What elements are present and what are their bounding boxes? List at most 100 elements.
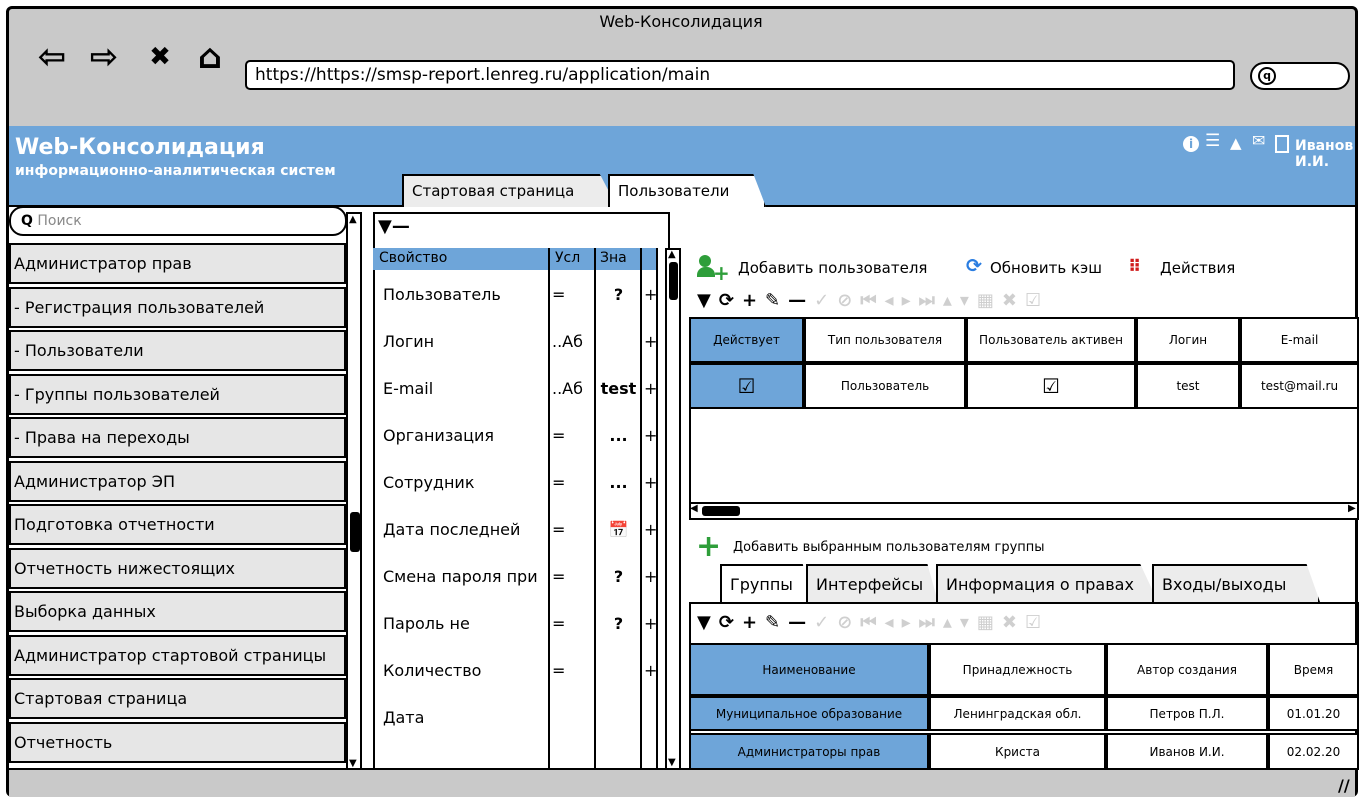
refresh-icon[interactable]: ⟳ (719, 290, 742, 311)
column-header[interactable]: Действует (689, 317, 804, 363)
table-cell[interactable]: test@mail.ru (1240, 363, 1359, 409)
refresh-icon[interactable]: ⟳ (966, 255, 982, 277)
filter-add-button[interactable]: + (644, 520, 656, 539)
filter-condition[interactable]: = (552, 426, 594, 445)
tab-logins[interactable]: Входы/выходы (1152, 564, 1320, 602)
tab-interfaces[interactable]: Интерфейсы (806, 564, 938, 602)
users-hscroll-thumb[interactable] (702, 506, 740, 516)
table-cell[interactable]: 02.02.20 (1268, 733, 1359, 770)
url-input[interactable]: https://https://smsp-report.lenreg.ru/ap… (245, 60, 1235, 90)
add-user-icon[interactable]: + (697, 255, 730, 283)
scroll-up-icon[interactable]: ▲ (349, 214, 357, 225)
filter-add-button[interactable]: + (644, 379, 656, 398)
column-header[interactable]: Время (1268, 643, 1359, 696)
table-cell[interactable]: Иванов И.И. (1106, 733, 1268, 770)
table-cell[interactable]: ☑ (689, 363, 804, 409)
filter-value[interactable]: ... (597, 426, 640, 445)
tab-start-page[interactable]: Стартовая страница (402, 174, 617, 207)
filter-value[interactable]: ... (597, 473, 640, 492)
filter-value[interactable]: ? (597, 614, 640, 633)
filter-add-button[interactable]: + (644, 473, 656, 492)
sidebar-item[interactable]: Отчетность (9, 721, 346, 763)
sidebar-item[interactable]: Администратор прав (9, 243, 346, 284)
add-user-button[interactable]: Добавить пользователя (738, 259, 927, 277)
table-cell[interactable]: Ленинградская обл. (929, 696, 1106, 731)
remove-filter-icon[interactable]: — (392, 216, 410, 237)
sidebar-item[interactable]: - Регистрация пользователей (9, 286, 346, 328)
filter-add-button[interactable]: + (644, 661, 656, 680)
scroll-up-icon[interactable]: ▲ (668, 249, 676, 260)
filter-add-button[interactable]: + (644, 332, 656, 351)
sidebar-scroll-thumb[interactable] (350, 512, 360, 552)
filter-condition[interactable]: = (552, 614, 594, 633)
scroll-left-icon[interactable]: ◀ (690, 503, 698, 514)
table-cell[interactable]: Администраторы прав (689, 733, 929, 770)
sidebar-item[interactable]: - Пользователи (9, 330, 346, 371)
column-header[interactable]: Наименование (689, 643, 929, 696)
filter-condition[interactable]: = (552, 661, 594, 680)
close-icon[interactable]: ✖ (140, 40, 180, 74)
delete-icon[interactable]: — (788, 290, 814, 311)
sidebar-item[interactable]: Отчетность нижестоящих (9, 547, 346, 589)
filter-add-button[interactable]: + (644, 426, 656, 445)
column-header[interactable]: Пользователь активен (966, 317, 1136, 363)
filter-condition[interactable]: = (552, 473, 594, 492)
scroll-right-icon[interactable]: ▶ (1348, 503, 1356, 514)
table-cell[interactable]: 01.01.20 (1268, 696, 1359, 731)
mail-icon[interactable]: ✉ (1252, 131, 1272, 150)
back-icon[interactable]: ⇦ (30, 37, 74, 77)
column-header[interactable]: Логин (1136, 317, 1240, 363)
tab-users[interactable]: Пользователи (608, 174, 766, 207)
sidebar-item[interactable]: Выборка данных (9, 591, 346, 632)
filter-condition[interactable]: ..Аб (552, 379, 594, 398)
table-cell[interactable]: ☑ (966, 363, 1136, 409)
bell-icon[interactable]: ▲ (1230, 134, 1248, 152)
filter-value[interactable]: ? (597, 567, 640, 586)
filter-icon[interactable]: ▼ (697, 290, 719, 311)
sidebar-search-input[interactable]: Q Поиск (9, 206, 347, 236)
table-cell[interactable]: Петров П.Л. (1106, 696, 1268, 731)
filter-icon[interactable]: ▼ (378, 216, 392, 237)
table-cell[interactable]: test (1136, 363, 1240, 409)
sidebar-item[interactable]: - Группы пользователей (9, 373, 346, 415)
filter-value[interactable]: ? (597, 285, 640, 304)
resize-grip-icon[interactable]: // (1338, 776, 1350, 795)
sidebar-item[interactable]: - Права на переходы (9, 417, 346, 458)
edit-icon[interactable]: ✎ (765, 290, 788, 311)
sidebar-item[interactable]: Администратор стартовой страницы (9, 634, 346, 676)
filter-condition[interactable]: = (552, 285, 594, 304)
forward-icon[interactable]: ⇨ (82, 37, 126, 77)
column-header[interactable]: Принадлежность (929, 643, 1106, 696)
table-cell[interactable]: Муниципальное образование (689, 696, 929, 731)
home-icon[interactable]: ⌂ (188, 37, 232, 77)
table-cell[interactable]: Пользователь (804, 363, 966, 409)
add-group-icon[interactable]: + (696, 532, 721, 562)
user-name[interactable]: Иванов И.И. (1295, 138, 1362, 170)
filter-condition[interactable]: = (552, 567, 594, 586)
tab-rights-info[interactable]: Информация о правах (936, 564, 1158, 602)
scroll-down-icon[interactable]: ▼ (668, 757, 676, 768)
sidebar-item[interactable]: Стартовая страница (9, 678, 346, 719)
profile-icon[interactable] (1275, 135, 1289, 153)
add-groups-button[interactable]: Добавить выбранным пользователям группы (733, 540, 1045, 555)
sidebar-item[interactable]: Подготовка отчетности (9, 504, 346, 545)
actions-menu-button[interactable]: Действия (1160, 259, 1235, 277)
sidebar-item[interactable]: Администратор ЭП (9, 460, 346, 502)
filter-add-button[interactable]: + (644, 614, 656, 633)
filter-condition[interactable]: = (552, 520, 594, 539)
users-hscrollbar[interactable] (689, 502, 1359, 520)
browser-search-input[interactable]: q (1250, 62, 1350, 90)
list-icon[interactable]: ☰ (1205, 131, 1227, 151)
filter-add-button[interactable]: + (644, 285, 656, 304)
info-icon[interactable]: i (1183, 136, 1199, 152)
filter-value[interactable]: 📅 (597, 520, 640, 539)
actions-grid-icon[interactable]: ⠿ (1128, 257, 1141, 277)
table-cell[interactable]: Криста (929, 733, 1106, 770)
tab-groups[interactable]: Группы (720, 564, 810, 602)
add-icon[interactable]: + (742, 290, 765, 311)
column-header[interactable]: Автор создания (1106, 643, 1268, 696)
sidebar-scrollbar[interactable] (346, 212, 362, 772)
refresh-cache-button[interactable]: Обновить кэш (990, 259, 1102, 277)
column-header[interactable]: E-mail (1240, 317, 1359, 363)
filter-value[interactable]: test (597, 379, 640, 398)
